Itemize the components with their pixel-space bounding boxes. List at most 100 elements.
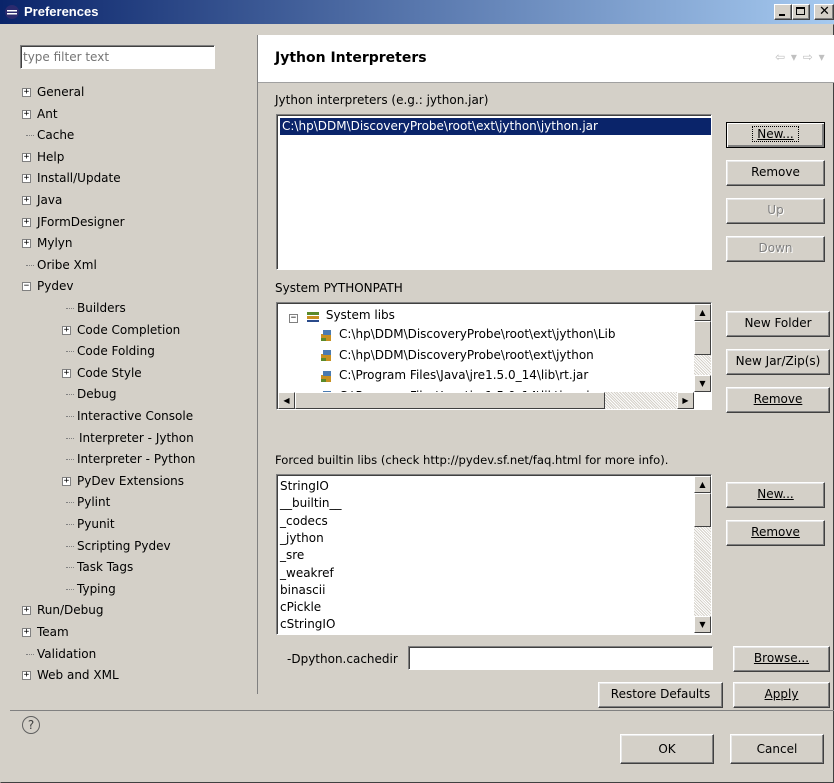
expand-icon[interactable]: + [22, 217, 31, 227]
horizontal-scrollbar[interactable]: ◀ ▶ [278, 392, 694, 409]
filter-input[interactable] [20, 45, 215, 69]
tree-item-label: Run/Debug [37, 603, 104, 618]
expand-icon[interactable]: + [22, 88, 31, 97]
tree-item[interactable]: Pylint [66, 492, 110, 513]
forced-lib-item[interactable]: _sre [278, 547, 304, 564]
tree-item[interactable]: Scripting Pydev [66, 536, 171, 557]
vertical-scrollbar[interactable]: ▲ ▼ [694, 304, 711, 392]
expand-icon[interactable]: + [22, 628, 31, 637]
cancel-button[interactable]: Cancel [730, 734, 824, 764]
forced-lib-item[interactable]: __builtin__ [278, 495, 342, 512]
restore-defaults-button[interactable]: Restore Defaults [598, 682, 723, 708]
cachedir-input[interactable] [408, 646, 713, 670]
title-bar[interactable] [0, 0, 834, 24]
tree-item[interactable]: Code Folding [66, 341, 155, 362]
pythonpath-item[interactable]: C:\hp\DDM\DiscoveryProbe\root\ext\jython [317, 347, 594, 364]
new-interpreter-button[interactable]: New... [726, 122, 825, 148]
expand-icon[interactable]: + [22, 606, 31, 616]
help-icon[interactable]: ? [22, 716, 40, 734]
forced-lib-item[interactable]: cPickle [278, 599, 321, 616]
tree-item[interactable]: + Web and XML [22, 665, 119, 686]
list-item[interactable]: C:\hp\DDM\DiscoveryProbe\root\ext\jython… [280, 118, 711, 135]
expand-icon[interactable]: + [62, 325, 71, 335]
tree-item[interactable]: + Java [22, 190, 62, 211]
scroll-right-icon[interactable]: ▶ [677, 392, 694, 409]
tree-item[interactable]: + Mylyn [22, 233, 73, 254]
expand-icon[interactable]: + [22, 152, 31, 162]
pythonpath-item[interactable]: C:\hp\DDM\DiscoveryProbe\root\ext\jython… [317, 326, 615, 343]
scroll-left-icon[interactable]: ◀ [278, 392, 295, 409]
vertical-scrollbar[interactable]: ▲ ▼ [694, 476, 711, 633]
forced-lib-item[interactable]: cStringIO [278, 616, 335, 633]
jar-icon [321, 370, 331, 382]
tree-item[interactable]: Builders [66, 298, 126, 319]
tree-item[interactable]: Interactive Console [66, 406, 193, 427]
nav-arrows-icon[interactable]: ⇦ ▾ ⇨ ▾ [775, 50, 826, 64]
up-button[interactable]: Up [726, 198, 825, 224]
tree-item[interactable]: + General [22, 82, 84, 103]
ok-button[interactable]: OK [620, 734, 714, 764]
tree-item[interactable]: Debug [66, 384, 116, 405]
tree-item[interactable]: + Help [22, 147, 65, 168]
scroll-up-icon[interactable]: ▲ [694, 476, 711, 493]
maximize-button[interactable] [792, 4, 810, 20]
apply-button[interactable]: Apply [733, 682, 830, 708]
expand-icon[interactable]: + [22, 239, 31, 249]
tree-item[interactable]: + Code Style [62, 363, 142, 384]
scroll-up-icon[interactable]: ▲ [694, 304, 711, 321]
tree-item[interactable]: + Run/Debug [22, 600, 104, 621]
tree-item[interactable]: + PyDev Extensions [62, 471, 184, 492]
tree-item[interactable]: Interpreter - Python [66, 449, 195, 470]
pane-divider[interactable] [257, 35, 258, 694]
new-forced-button[interactable]: New... [726, 482, 825, 508]
tree-item[interactable]: + Ant [22, 104, 58, 125]
tree-connector [66, 567, 74, 569]
expand-icon[interactable]: + [22, 174, 31, 184]
scroll-thumb[interactable] [694, 493, 711, 527]
new-folder-button[interactable]: New Folder [726, 311, 830, 337]
close-button[interactable]: ✕ [814, 4, 834, 20]
new-jar-button[interactable]: New Jar/Zip(s) [726, 349, 830, 375]
tree-item[interactable]: Task Tags [66, 557, 133, 578]
scroll-thumb[interactable] [694, 321, 711, 355]
hscroll-thumb[interactable] [295, 392, 605, 409]
forced-lib-item[interactable]: _weakref [278, 565, 334, 582]
expand-icon[interactable]: + [62, 368, 71, 378]
tree-item[interactable]: + Install/Update [22, 168, 121, 189]
expand-icon[interactable]: + [22, 196, 31, 205]
tree-item[interactable]: + Team [22, 622, 69, 643]
tree-item[interactable]: Validation [26, 644, 96, 665]
remove-interpreter-button[interactable]: Remove [726, 160, 825, 186]
browse-button[interactable]: Browse... [733, 646, 830, 672]
forced-lib-item[interactable]: _codecs [278, 513, 328, 530]
remove-forced-button[interactable]: Remove [726, 520, 825, 546]
forced-lib-item[interactable]: _jython [278, 530, 324, 547]
tree-connector [66, 416, 74, 417]
minimize-button[interactable] [774, 4, 792, 20]
collapse-icon[interactable]: − [22, 282, 31, 292]
pythonpath-item[interactable]: C:\Program Files\Java\jre1.5.0_14\lib\rt… [317, 367, 588, 384]
scroll-down-icon[interactable]: ▼ [694, 616, 711, 633]
tree-item[interactable]: Interpreter - Jython [66, 428, 196, 449]
remove-path-button[interactable]: Remove [726, 387, 830, 413]
tree-item[interactable]: Pyunit [66, 514, 115, 535]
forced-lib-item[interactable]: binascii [278, 582, 325, 599]
tree-item[interactable]: Oribe Xml [26, 255, 97, 276]
expand-icon[interactable]: + [62, 476, 71, 486]
scroll-down-icon[interactable]: ▼ [694, 375, 711, 392]
system-libs-node[interactable]: − System libs [287, 307, 395, 324]
forced-builtins-list[interactable]: StringIO __builtin__ _codecs _jython _sre _we… [276, 474, 712, 635]
tree-item[interactable]: Typing [66, 579, 116, 600]
tree-item[interactable]: + JFormDesigner [22, 212, 125, 233]
forced-lib-item[interactable]: StringIO [278, 478, 329, 495]
expand-icon[interactable]: + [22, 671, 31, 681]
tree-item[interactable]: + Code Completion [62, 320, 180, 341]
interpreters-list[interactable]: C:\hp\DDM\DiscoveryProbe\root\ext\jython… [276, 114, 712, 270]
tree-item[interactable]: − Pydev [22, 276, 73, 297]
collapse-icon[interactable]: − [289, 314, 298, 323]
expand-icon[interactable]: + [22, 109, 31, 119]
down-button[interactable]: Down [726, 236, 825, 262]
pythonpath-tree[interactable]: − System libs C:\hp\DDM\DiscoveryProbe\r… [276, 302, 712, 410]
tree-item[interactable]: Cache [26, 125, 74, 146]
tree-item-label: Help [37, 149, 65, 164]
